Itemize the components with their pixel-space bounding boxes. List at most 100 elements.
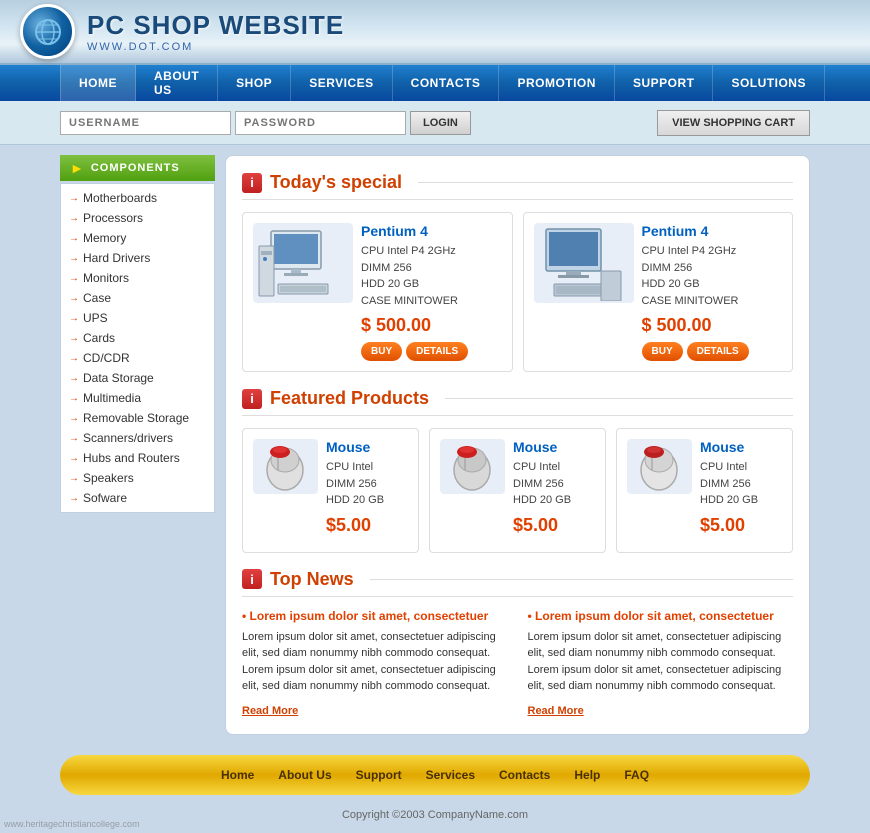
news-row: Lorem ipsum dolor sit amet, consectetuer… [242, 609, 793, 717]
arrow-icon: → [69, 253, 79, 264]
footer-contacts[interactable]: Contacts [499, 768, 550, 782]
footer-support[interactable]: Support [356, 768, 402, 782]
news-headline-2: Lorem ipsum dolor sit amet, consectetuer [528, 609, 794, 623]
product-buttons-2: BUY DETAILS [642, 342, 783, 361]
arrow-icon: → [69, 293, 79, 304]
nav-contacts[interactable]: CONTACTS [393, 65, 500, 101]
sidebar-label: Speakers [83, 471, 134, 485]
site-url: WWW.DOT.COM [87, 41, 344, 53]
password-input[interactable] [235, 111, 406, 135]
product-specs-2: CPU Intel P4 2GHzDIMM 256HDD 20 GBCASE M… [642, 243, 783, 309]
sidebar-item-multimedia[interactable]: → Multimedia [61, 388, 214, 408]
sidebar-arrow-icon: ► [70, 160, 85, 176]
login-bar: LOGIN VIEW SHOPPING CART [0, 101, 870, 145]
cart-button[interactable]: VIEW SHOPPING CART [657, 110, 810, 136]
arrow-icon: → [69, 313, 79, 324]
sidebar-item-memory[interactable]: → Memory [61, 228, 214, 248]
site-title: PC SHOP WEBSITE WWW.DOT.COM [87, 10, 344, 53]
details-button-1[interactable]: DETAILS [406, 342, 468, 361]
featured-name-3: Mouse [700, 439, 782, 455]
featured-info-icon: i [242, 389, 262, 409]
sidebar-item-motherboards[interactable]: → Motherboards [61, 188, 214, 208]
product-price-2: $ 500.00 [642, 315, 783, 336]
sidebar-item-sofware[interactable]: → Sofware [61, 488, 214, 508]
buy-button-2[interactable]: BUY [642, 342, 683, 361]
sidebar-label: Case [83, 291, 111, 305]
sidebar-label: Multimedia [83, 391, 141, 405]
main-content: ► COMPONENTS → Motherboards → Processors… [0, 145, 870, 745]
product-info-2: Pentium 4 CPU Intel P4 2GHzDIMM 256HDD 2… [642, 223, 783, 361]
divider [418, 182, 793, 183]
details-button-2[interactable]: DETAILS [687, 342, 749, 361]
footer-faq[interactable]: FAQ [624, 768, 649, 782]
arrow-icon: → [69, 413, 79, 424]
content-area: i Today's special [225, 155, 810, 735]
featured-info-1: Mouse CPU IntelDIMM 256HDD 20 GB $5.00 [326, 439, 408, 542]
sidebar-label: Hard Drivers [83, 251, 150, 265]
nav-bar: HOME ABOUT US SHOP SERVICES CONTACTS PRO… [0, 65, 870, 101]
nav-services[interactable]: SERVICES [291, 65, 392, 101]
sidebar-item-hard-drivers[interactable]: → Hard Drivers [61, 248, 214, 268]
sidebar-item-speakers[interactable]: → Speakers [61, 468, 214, 488]
sidebar-item-scanners[interactable]: → Scanners/drivers [61, 428, 214, 448]
news-info-icon: i [242, 569, 262, 589]
footer-about[interactable]: About Us [278, 768, 331, 782]
sidebar-item-cdcdr[interactable]: → CD/CDR [61, 348, 214, 368]
arrow-icon: → [69, 353, 79, 364]
sidebar-label: Motherboards [83, 191, 157, 205]
sidebar-label: Cards [83, 331, 115, 345]
read-more-2[interactable]: Read More [528, 705, 584, 717]
sidebar-item-removable-storage[interactable]: → Removable Storage [61, 408, 214, 428]
sidebar-label: Sofware [83, 491, 127, 505]
featured-price-3: $5.00 [700, 515, 782, 536]
sidebar-item-case[interactable]: → Case [61, 288, 214, 308]
arrow-icon: → [69, 273, 79, 284]
nav-home[interactable]: HOME [60, 65, 136, 101]
news-headline-1: Lorem ipsum dolor sit amet, consectetuer [242, 609, 508, 623]
sidebar-item-hubs-routers[interactable]: → Hubs and Routers [61, 448, 214, 468]
product-price-1: $ 500.00 [361, 315, 502, 336]
login-button[interactable]: LOGIN [410, 111, 471, 135]
featured-name-1: Mouse [326, 439, 408, 455]
nav-solutions[interactable]: SOLUTIONS [713, 65, 825, 101]
arrow-icon: → [69, 233, 79, 244]
featured-price-2: $5.00 [513, 515, 595, 536]
product-info-1: Pentium 4 CPU Intel P4 2GHzDIMM 256HDD 2… [361, 223, 502, 361]
sidebar-item-data-storage[interactable]: → Data Storage [61, 368, 214, 388]
sidebar-item-monitors[interactable]: → Monitors [61, 268, 214, 288]
watermark: www.heritagechristiancollege.com [4, 819, 140, 829]
divider [370, 579, 793, 580]
arrow-icon: → [69, 193, 79, 204]
sidebar-item-ups[interactable]: → UPS [61, 308, 214, 328]
nav-shop[interactable]: SHOP [218, 65, 291, 101]
sidebar-title: COMPONENTS [91, 162, 180, 174]
featured-specs-3: CPU IntelDIMM 256HDD 20 GB [700, 459, 782, 509]
special-products-row: Pentium 4 CPU Intel P4 2GHzDIMM 256HDD 2… [242, 212, 793, 372]
sidebar-header: ► COMPONENTS [60, 155, 215, 181]
product-name-2: Pentium 4 [642, 223, 783, 239]
featured-name-2: Mouse [513, 439, 595, 455]
sidebar-label: Data Storage [83, 371, 154, 385]
arrow-icon: → [69, 213, 79, 224]
nav-about[interactable]: ABOUT US [136, 65, 218, 101]
read-more-1[interactable]: Read More [242, 705, 298, 717]
news-col-1: Lorem ipsum dolor sit amet, consectetuer… [242, 609, 508, 717]
sidebar-label: Scanners/drivers [83, 431, 173, 445]
footer-home[interactable]: Home [221, 768, 254, 782]
nav-support[interactable]: SUPPORT [615, 65, 714, 101]
header: PC SHOP WEBSITE WWW.DOT.COM [0, 0, 870, 65]
buy-button-1[interactable]: BUY [361, 342, 402, 361]
nav-promotion[interactable]: PROMOTION [499, 65, 615, 101]
footer-help[interactable]: Help [574, 768, 600, 782]
footer-services[interactable]: Services [426, 768, 475, 782]
footer-nav: Home About Us Support Services Contacts … [60, 755, 810, 795]
product-buttons-1: BUY DETAILS [361, 342, 502, 361]
news-header: i Top News [242, 569, 793, 597]
sidebar-menu: → Motherboards → Processors → Memory → H… [60, 183, 215, 513]
username-input[interactable] [60, 111, 231, 135]
arrow-icon: → [69, 473, 79, 484]
featured-price-1: $5.00 [326, 515, 408, 536]
sidebar-item-cards[interactable]: → Cards [61, 328, 214, 348]
featured-row: Mouse CPU IntelDIMM 256HDD 20 GB $5.00 [242, 428, 793, 553]
sidebar-item-processors[interactable]: → Processors [61, 208, 214, 228]
